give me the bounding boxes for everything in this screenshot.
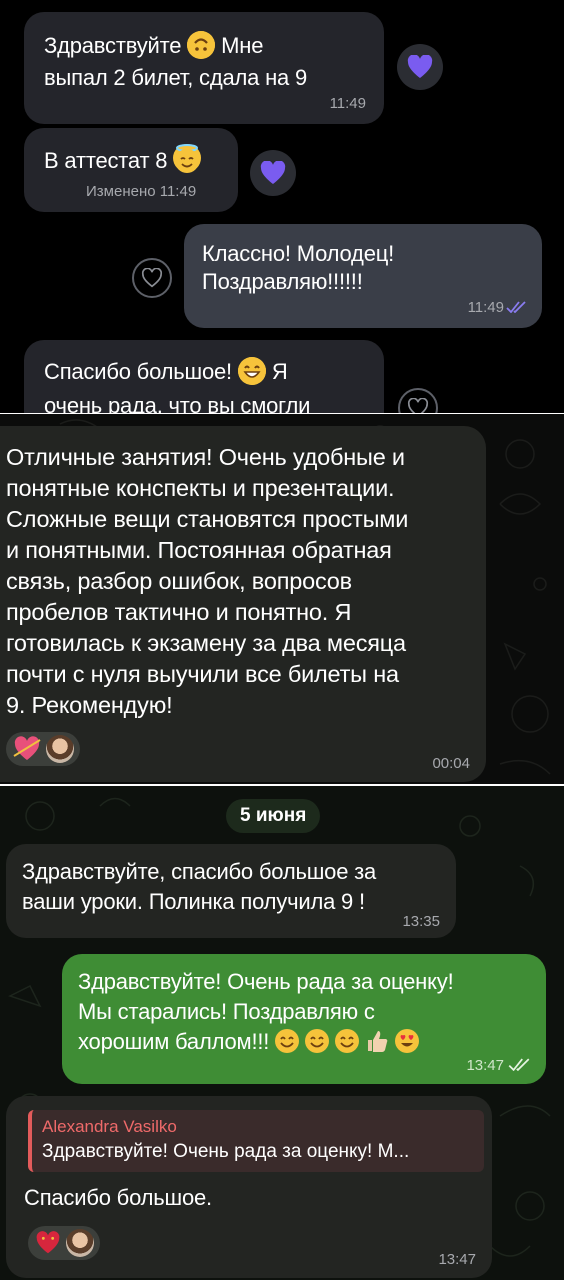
- message-text: Здравствуйте: [44, 33, 182, 58]
- thumbs-up-emoji: [365, 1029, 389, 1054]
- message-text: Спасибо большое!: [44, 359, 232, 384]
- heart-outline-icon: [407, 398, 429, 414]
- heart-reaction-button[interactable]: [250, 150, 296, 196]
- message-text: Я: [271, 359, 288, 384]
- message-text: и понятными. Постоянная обратная: [6, 537, 392, 563]
- double-check-icon: [508, 1058, 530, 1071]
- double-check-icon: [506, 301, 526, 313]
- message-time: 11:49: [329, 95, 366, 112]
- message-text: Сложные вещи становятся простыми: [6, 506, 409, 532]
- message-time: 13:47: [466, 1057, 504, 1074]
- message-text: Мы старались! Поздравляю с: [78, 999, 375, 1024]
- heart-reaction-button[interactable]: [397, 44, 443, 90]
- smile-emoji: [275, 1029, 300, 1054]
- message-bubble-outgoing[interactable]: Классно! Молодец! Поздравляю!!!!!! 11:49: [184, 224, 542, 328]
- message-bubble-incoming[interactable]: Alexandra Vasilko Здравствуйте! Очень ра…: [6, 1096, 492, 1278]
- heart-eyes-emoji: [394, 1029, 419, 1054]
- message-text: Поздравляю!!!!!!: [202, 269, 363, 294]
- message-text: Мне: [221, 33, 264, 58]
- avatar: [46, 735, 74, 763]
- message-text: 9. Рекомендую!: [6, 692, 173, 718]
- upside-down-smile-emoji: [187, 31, 216, 59]
- message-bubble-incoming[interactable]: Здравствуйте Мне выпал 2 билет, сдала на…: [24, 12, 384, 124]
- message-text: выпал 2 билет, сдала на 9: [44, 65, 308, 90]
- message-time: 13:35: [402, 913, 440, 930]
- message-bubble-incoming[interactable]: В аттестат 8 Изменено 11:49: [24, 128, 238, 212]
- message-text: Классно! Молодец!: [202, 241, 395, 266]
- message-bubble-outgoing[interactable]: Здравствуйте! Очень рада за оценку! Мы с…: [62, 954, 546, 1084]
- reply-quote[interactable]: Alexandra Vasilko Здравствуйте! Очень ра…: [28, 1110, 484, 1172]
- message-text: Отличные занятия! Очень удобные и: [6, 444, 405, 470]
- heart-arrow-emoji: [13, 736, 41, 760]
- date-separator: 5 июня: [226, 799, 321, 833]
- message-time: 13:47: [438, 1251, 476, 1268]
- message-text: Здравствуйте! Очень рада за оценку!: [78, 969, 454, 994]
- reply-text: Здравствуйте! Очень рада за оценку! М...: [42, 1141, 410, 1162]
- reply-author: Alexandra Vasilko: [42, 1117, 177, 1136]
- grin-emoji: [237, 357, 266, 385]
- message-text: готовилась к экзамену за два месяца: [6, 630, 406, 656]
- message-time: 00:04: [432, 755, 470, 772]
- avatar: [66, 1229, 94, 1257]
- message-bubble-incoming[interactable]: Здравствуйте, спасибо большое за ваши ур…: [6, 844, 456, 938]
- message-text: очень рада, что вы смогли: [44, 393, 311, 414]
- message-time: 11:49: [467, 299, 504, 316]
- message-text: хорошим баллом!!!: [78, 1029, 270, 1054]
- message-text: связь, разбор ошибок, вопросов: [6, 568, 352, 594]
- halo-smile-emoji: [173, 144, 202, 173]
- chat-screenshot-2: Отличные занятия! Очень удобные и понятн…: [0, 414, 564, 786]
- reaction-pill[interactable]: [28, 1226, 100, 1260]
- message-text: понятные конспекты и презентации.: [6, 475, 395, 501]
- chat-screenshot-3: 5 июня Здравствуйте, спасибо большое за …: [0, 786, 564, 1280]
- message-text: В аттестат 8: [44, 148, 168, 173]
- smile-emoji: [334, 1029, 359, 1054]
- message-text: ваши уроки. Полинка получила 9 !: [22, 889, 365, 914]
- message-bubble-incoming[interactable]: Спасибо большое! Я очень рада, что вы см…: [24, 340, 384, 414]
- heart-icon: [407, 55, 433, 78]
- message-bubble-incoming[interactable]: Отличные занятия! Очень удобные и понятн…: [0, 426, 486, 782]
- heart-icon: [260, 161, 286, 184]
- message-text: Спасибо большое.: [24, 1185, 212, 1210]
- react-button[interactable]: [398, 388, 438, 414]
- chat-screenshot-1: Здравствуйте Мне выпал 2 билет, сдала на…: [0, 0, 564, 414]
- smile-emoji: [305, 1029, 330, 1054]
- heart-outline-icon: [141, 268, 163, 288]
- react-button[interactable]: [132, 258, 172, 298]
- message-edited-label: Изменено 11:49: [86, 183, 197, 200]
- heart-emoji: [36, 1231, 60, 1254]
- message-text: почти с нуля выучили все билеты на: [6, 661, 399, 687]
- message-text: Здравствуйте, спасибо большое за: [22, 859, 377, 884]
- reaction-pill[interactable]: [6, 732, 80, 766]
- message-text: пробелов тактично и понятно. Я: [6, 599, 352, 625]
